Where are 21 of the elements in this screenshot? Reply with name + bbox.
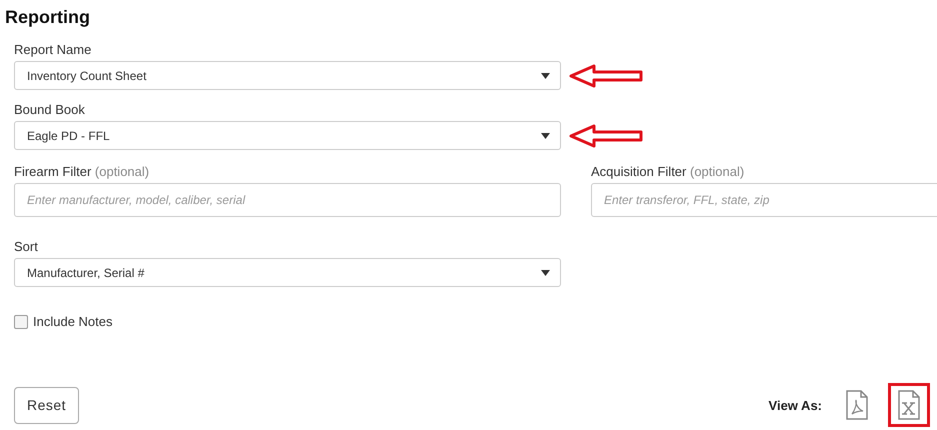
page-title: Reporting	[5, 7, 90, 28]
filter-field[interactable]: Enter transferor, FFL, state, zip	[591, 183, 937, 217]
view-as-label: View As:	[768, 398, 822, 412]
field-label: Sort	[14, 239, 38, 254]
highlighted-export-button[interactable]	[888, 383, 930, 427]
filter-field[interactable]: Enter manufacturer, model, caliber, serial	[14, 183, 561, 217]
checkbox[interactable]	[14, 314, 28, 328]
dropdown[interactable]: Inventory Count Sheet	[14, 61, 561, 90]
field-label: Bound Book	[14, 102, 85, 117]
pdf-file-icon	[845, 390, 869, 420]
reset-button[interactable]: Reset	[14, 386, 80, 424]
field-label: Acquisition Filter (optional)	[591, 164, 744, 179]
excel-file-icon	[897, 390, 921, 420]
caret-icon	[541, 132, 550, 138]
dropdown[interactable]: Eagle PD - FFL	[14, 121, 561, 150]
checkbox-label: Include Notes	[33, 314, 112, 329]
field-label: Report Name	[14, 42, 92, 57]
caret-icon	[541, 72, 550, 78]
dropdown[interactable]: Manufacturer, Serial #	[14, 258, 561, 287]
field-label: Firearm Filter (optional)	[14, 164, 150, 179]
caret-icon	[541, 270, 550, 276]
